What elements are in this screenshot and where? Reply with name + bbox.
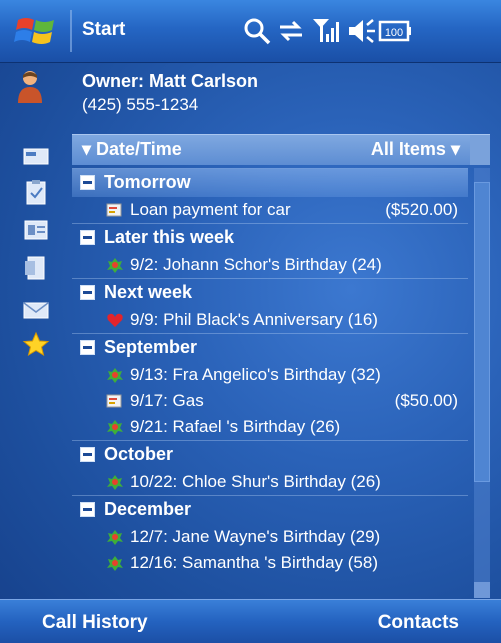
- battery-level-text: 100: [385, 27, 403, 39]
- group-label: December: [104, 499, 192, 519]
- group-header[interactable]: October: [72, 440, 468, 469]
- group-label: Later this week: [104, 227, 235, 247]
- collapse-icon[interactable]: [80, 447, 95, 462]
- battery-icon[interactable]: 100: [378, 16, 412, 46]
- agenda-item[interactable]: 12/7: Jane Wayne's Birthday (29): [72, 524, 468, 550]
- side-tabs: [14, 135, 54, 598]
- scroll-down-button[interactable]: [474, 582, 490, 598]
- search-icon[interactable]: [242, 16, 272, 46]
- clipboard-icon[interactable]: [22, 179, 50, 205]
- birthday-icon: [106, 366, 124, 384]
- group-header[interactable]: December: [72, 495, 468, 524]
- item-text: 10/22: Chloe Shur's Birthday (26): [130, 472, 381, 491]
- group-label: October: [104, 444, 174, 464]
- softkey-bar: Call History Contacts: [0, 599, 501, 643]
- contacts-softkey[interactable]: Contacts: [378, 612, 459, 634]
- agenda-group: September 9/13: Fra Angelico's Birthday (…: [72, 333, 468, 440]
- document-icon[interactable]: [22, 255, 50, 281]
- card-icon[interactable]: [22, 143, 50, 169]
- list-header: ▾ Date/Time All Items ▾: [72, 134, 490, 165]
- agenda-item[interactable]: 9/13: Fra Angelico's Birthday (32): [72, 362, 468, 388]
- scroll-up-button[interactable]: [470, 135, 490, 165]
- group-label: September: [104, 337, 198, 357]
- item-text: 9/17: Gas: [130, 391, 204, 410]
- item-text: 12/7: Jane Wayne's Birthday (29): [130, 527, 381, 546]
- item-text: 9/9: Phil Black's Anniversary (16): [130, 310, 378, 329]
- agenda-group: October 10/22: Chloe Shur's Birthday (26): [72, 440, 468, 495]
- sort-dropdown[interactable]: ▾ Date/Time: [82, 139, 182, 160]
- owner-phone: (425) 555-1234: [82, 95, 199, 114]
- payment-icon: [106, 392, 124, 410]
- birthday-icon: [106, 256, 124, 274]
- agenda-item[interactable]: 9/9: Phil Black's Anniversary (16): [72, 307, 468, 333]
- item-text: 9/2: Johann Schor's Birthday (24): [130, 255, 382, 274]
- scrollbar-thumb[interactable]: [474, 182, 490, 482]
- start-menu-label[interactable]: Start: [82, 19, 125, 41]
- agenda-item[interactable]: 9/17: Gas ($50.00): [72, 388, 468, 414]
- contacts-icon[interactable]: [22, 217, 50, 243]
- agenda-item[interactable]: 10/22: Chloe Shur's Birthday (26): [72, 469, 468, 495]
- title-separator: [70, 10, 72, 52]
- owner-info[interactable]: Owner: Matt Carlson (425) 555-1234: [0, 63, 501, 129]
- star-icon[interactable]: [22, 331, 50, 357]
- agenda-group: Tomorrow Loan payment for car ($520.00): [72, 168, 468, 223]
- group-header[interactable]: Tomorrow: [72, 168, 468, 197]
- collapse-icon[interactable]: [80, 230, 95, 245]
- signal-icon[interactable]: [310, 16, 340, 46]
- call-history-softkey[interactable]: Call History: [42, 612, 148, 634]
- filter-label: All Items: [370, 139, 446, 159]
- agenda-item[interactable]: 9/21: Rafael 's Birthday (26): [72, 414, 468, 440]
- windows-logo-icon[interactable]: [14, 12, 58, 50]
- item-text: 12/16: Samantha 's Birthday (58): [130, 553, 378, 572]
- group-header[interactable]: Later this week: [72, 223, 468, 252]
- collapse-icon[interactable]: [80, 285, 95, 300]
- filter-dropdown[interactable]: All Items ▾: [371, 139, 460, 160]
- agenda-item[interactable]: 12/16: Samantha 's Birthday (58): [72, 550, 468, 576]
- volume-icon[interactable]: [346, 16, 376, 46]
- title-bar: Start 100: [0, 0, 501, 63]
- owner-avatar-icon: [18, 71, 42, 103]
- payment-icon: [106, 201, 124, 219]
- agenda-item[interactable]: 9/2: Johann Schor's Birthday (24): [72, 252, 468, 278]
- agenda-group: December 12/7: Jane Wayne's Birthday (29)…: [72, 495, 468, 576]
- agenda-group: Later this week 9/2: Johann Schor's Birth…: [72, 223, 468, 278]
- item-text: 9/21: Rafael 's Birthday (26): [130, 417, 341, 436]
- group-header[interactable]: September: [72, 333, 468, 362]
- heart-icon: [106, 311, 124, 329]
- collapse-icon[interactable]: [80, 175, 95, 190]
- agenda-list: Tomorrow Loan payment for car ($520.00) Lat…: [72, 168, 468, 598]
- item-text: 9/13: Fra Angelico's Birthday (32): [130, 365, 381, 384]
- collapse-icon[interactable]: [80, 340, 95, 355]
- mail-icon[interactable]: [22, 297, 50, 323]
- sync-icon[interactable]: [276, 16, 306, 46]
- birthday-icon: [106, 528, 124, 546]
- today-screen: Start 100 Owner: Matt Carlson (425) 555-…: [0, 0, 501, 643]
- item-text: Loan payment for car: [130, 200, 291, 219]
- birthday-icon: [106, 418, 124, 436]
- owner-name: Owner: Matt Carlson: [82, 71, 259, 91]
- item-amount: ($50.00): [394, 391, 458, 410]
- birthday-icon: [106, 554, 124, 572]
- collapse-icon[interactable]: [80, 502, 95, 517]
- item-amount: ($520.00): [385, 200, 458, 219]
- sort-label: Date/Time: [96, 139, 182, 159]
- agenda-group: Next week 9/9: Phil Black's Anniversary (…: [72, 278, 468, 333]
- group-label: Next week: [104, 282, 193, 302]
- group-header[interactable]: Next week: [72, 278, 468, 307]
- group-label: Tomorrow: [104, 172, 191, 192]
- agenda-item[interactable]: Loan payment for car ($520.00): [72, 197, 468, 223]
- birthday-icon: [106, 473, 124, 491]
